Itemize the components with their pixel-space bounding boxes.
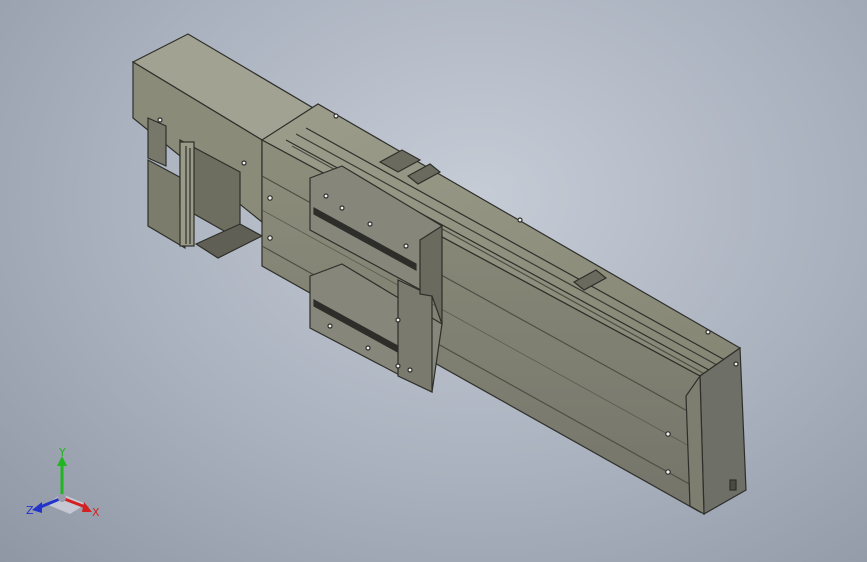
- rail-screw-icon: [267, 235, 273, 241]
- y-axis-label: Y: [58, 448, 66, 459]
- carriage-screw-icon: [327, 323, 333, 329]
- rail-screw-icon: [665, 431, 671, 437]
- endcap-screw-icon: [733, 361, 739, 367]
- carriage-screw-icon: [395, 317, 401, 323]
- z-axis-label: Z: [26, 504, 34, 517]
- rail-screw-icon: [517, 217, 523, 223]
- rail-screw-icon: [267, 195, 273, 201]
- carriage-screw-icon: [323, 193, 329, 199]
- rail-screw-icon: [665, 469, 671, 475]
- x-axis-label: X: [92, 506, 100, 519]
- motor-screw-icon: [157, 117, 163, 123]
- rail-screw-icon: [333, 113, 339, 119]
- carriage-screw-icon: [395, 363, 401, 369]
- carriage-screw-icon: [407, 367, 413, 373]
- cad-viewport[interactable]: Y X Z: [0, 0, 867, 562]
- motor-screw-icon: [241, 160, 247, 166]
- carriage-screw-icon: [339, 205, 345, 211]
- carriage-screw-icon: [403, 243, 409, 249]
- orientation-triad: Y X Z: [26, 448, 100, 519]
- carriage-screw-icon: [365, 345, 371, 351]
- carriage-screw-icon: [367, 221, 373, 227]
- rail-screw-icon: [705, 329, 711, 335]
- linear-actuator-model[interactable]: [0, 0, 867, 562]
